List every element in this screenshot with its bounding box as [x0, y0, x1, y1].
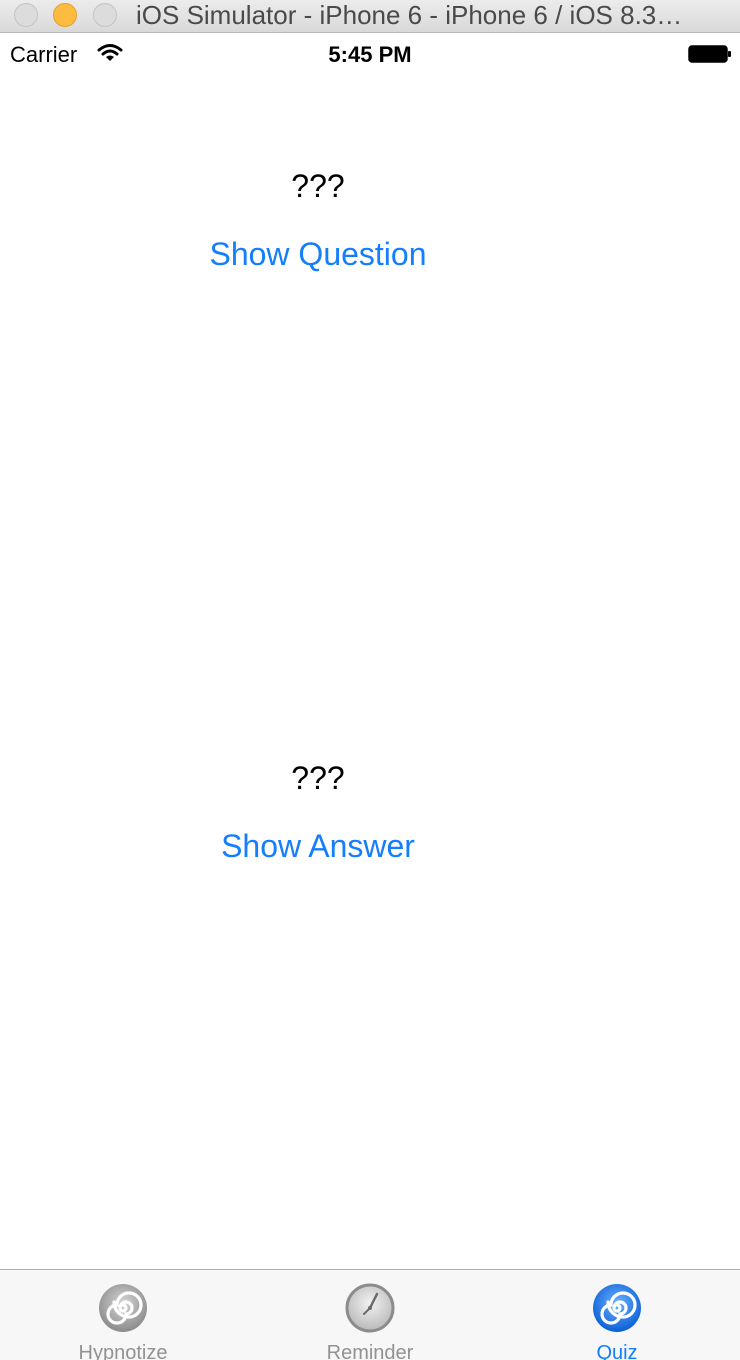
tab-reminder[interactable]: Reminder — [247, 1270, 493, 1360]
tab-hypnotize[interactable]: Hypnotize — [0, 1270, 246, 1360]
ios-status-bar: Carrier 5:45 PM — [0, 34, 740, 74]
minimize-window-button[interactable] — [53, 3, 77, 27]
question-label: ??? — [291, 168, 345, 204]
close-window-button[interactable] — [14, 3, 38, 27]
show-answer-button[interactable]: Show Answer — [0, 828, 636, 865]
window-title-bar: iOS Simulator - iPhone 6 - iPhone 6 / iO… — [0, 0, 740, 33]
spiral-icon — [593, 1284, 641, 1332]
tab-label-quiz: Quiz — [596, 1342, 638, 1360]
window-title: iOS Simulator - iPhone 6 - iPhone 6 / iO… — [136, 0, 683, 30]
simulator-window: iOS Simulator - iPhone 6 - iPhone 6 / iO… — [0, 0, 740, 1360]
answer-label: ??? — [291, 760, 345, 796]
show-question-button[interactable]: Show Question — [0, 236, 636, 273]
spiral-icon — [99, 1284, 147, 1332]
tab-bar: Hypnotize Reminder Quiz — [0, 1269, 740, 1360]
zoom-window-button[interactable] — [93, 3, 117, 27]
battery-icon — [688, 45, 731, 63]
tab-label-hypnotize: Hypnotize — [78, 1342, 168, 1360]
status-time: 5:45 PM — [328, 42, 412, 67]
clock-icon — [345, 1283, 395, 1333]
tab-label-reminder: Reminder — [326, 1342, 414, 1360]
tab-quiz[interactable]: Quiz — [494, 1270, 740, 1360]
